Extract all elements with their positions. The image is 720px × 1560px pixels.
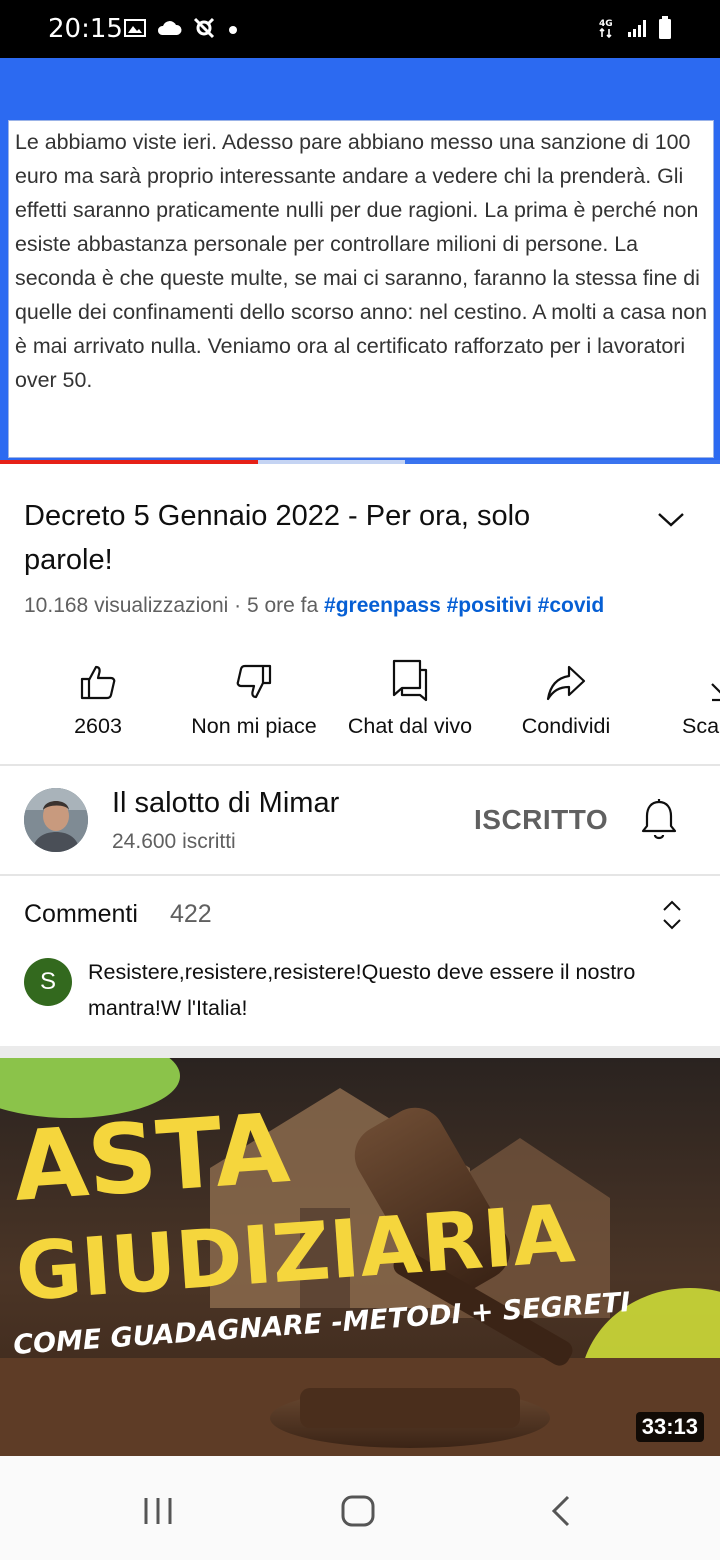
- like-count: 2603: [74, 714, 122, 738]
- download-label: Sca: [682, 714, 720, 738]
- share-icon: [546, 665, 586, 701]
- subscriber-count: 24.600 iscritti: [112, 830, 236, 853]
- tool-icon: [193, 17, 215, 39]
- video-title[interactable]: Decreto 5 Gennaio 2022 - Per ora, solo p…: [24, 494, 624, 582]
- subscribed-button[interactable]: ISCRITTO: [474, 804, 608, 836]
- status-icons-left: [124, 16, 240, 40]
- divider: [0, 764, 720, 766]
- hashtag[interactable]: #positivi: [447, 594, 532, 617]
- next-video-thumbnail[interactable]: ASTA GIUDIZIARIA COME GUADAGNARE -METODI…: [0, 1058, 720, 1456]
- thumb-line-1: ASTA: [10, 1092, 293, 1223]
- svg-text:4G: 4G: [599, 19, 613, 29]
- download-icon: [711, 683, 720, 702]
- live-chat-label: Chat dal vivo: [347, 714, 473, 738]
- meta-separator: ·: [234, 594, 247, 617]
- divider: [0, 874, 720, 876]
- video-meta: 10.168 visualizzazioni · 5 ore fa #green…: [24, 594, 604, 618]
- progress-buffered: [257, 460, 405, 464]
- download-button[interactable]: Sca: [642, 652, 720, 739]
- dislike-button[interactable]: Non mi piace: [174, 652, 334, 739]
- comments-count: 422: [170, 900, 212, 928]
- 4g-icon: 4G: [599, 19, 613, 39]
- upload-age: 5 ore fa: [246, 594, 319, 617]
- video-player[interactable]: Le abbiamo viste ieri. Adesso pare abbia…: [0, 58, 720, 460]
- hashtag[interactable]: #greenpass: [324, 594, 441, 617]
- hashtag[interactable]: #covid: [538, 594, 605, 617]
- navigation-bar: [0, 1456, 720, 1560]
- dislike-label: Non mi piace: [191, 714, 317, 738]
- like-button[interactable]: 2603: [18, 652, 178, 739]
- home-icon[interactable]: [340, 1494, 376, 1528]
- channel-avatar[interactable]: [24, 788, 88, 852]
- live-chat-icon: [392, 659, 428, 702]
- back-icon[interactable]: [550, 1494, 572, 1528]
- progress-played: [0, 460, 258, 464]
- caption-text: Le abbiamo viste ieri. Adesso pare abbia…: [15, 130, 708, 392]
- view-count: 10.168 visualizzazioni: [24, 594, 229, 617]
- recent-apps-icon[interactable]: [142, 1496, 174, 1526]
- thumbs-down-icon: [236, 664, 272, 699]
- share-label: Condividi: [521, 714, 611, 738]
- dot-icon: [229, 26, 237, 34]
- share-button[interactable]: Condividi: [486, 652, 646, 739]
- avatar-image: [24, 788, 88, 852]
- comment-text[interactable]: Resistere,resistere,resistere!Questo dev…: [88, 954, 708, 1026]
- progress-bar[interactable]: [0, 460, 720, 464]
- image-icon: [124, 19, 146, 37]
- status-time: 20:15: [48, 14, 123, 44]
- signal-icon: [628, 20, 646, 37]
- comments-title[interactable]: Commenti: [24, 900, 138, 929]
- chevron-down-icon[interactable]: [654, 506, 688, 530]
- cloud-icon: [157, 21, 182, 35]
- thumbs-up-icon: [80, 665, 116, 700]
- action-row: 2603 Non mi piace Chat dal vivo Condivid…: [0, 652, 720, 748]
- comment-author-avatar: S: [24, 958, 72, 1006]
- caption-card: Le abbiamo viste ieri. Adesso pare abbia…: [8, 120, 714, 458]
- thumbnail-art: ASTA GIUDIZIARIA COME GUADAGNARE -METODI…: [0, 1058, 720, 1456]
- bell-icon[interactable]: [640, 798, 678, 842]
- expand-collapse-icon[interactable]: [660, 898, 684, 932]
- video-duration: 33:13: [635, 1412, 704, 1442]
- status-icons-right: 4G: [598, 16, 672, 40]
- battery-icon: [659, 16, 671, 39]
- section-gap: [0, 1046, 720, 1058]
- live-chat-button[interactable]: Chat dal vivo: [330, 652, 490, 739]
- status-bar: 20:15 4G: [0, 0, 720, 58]
- channel-name[interactable]: Il salotto di Mimar: [112, 787, 339, 820]
